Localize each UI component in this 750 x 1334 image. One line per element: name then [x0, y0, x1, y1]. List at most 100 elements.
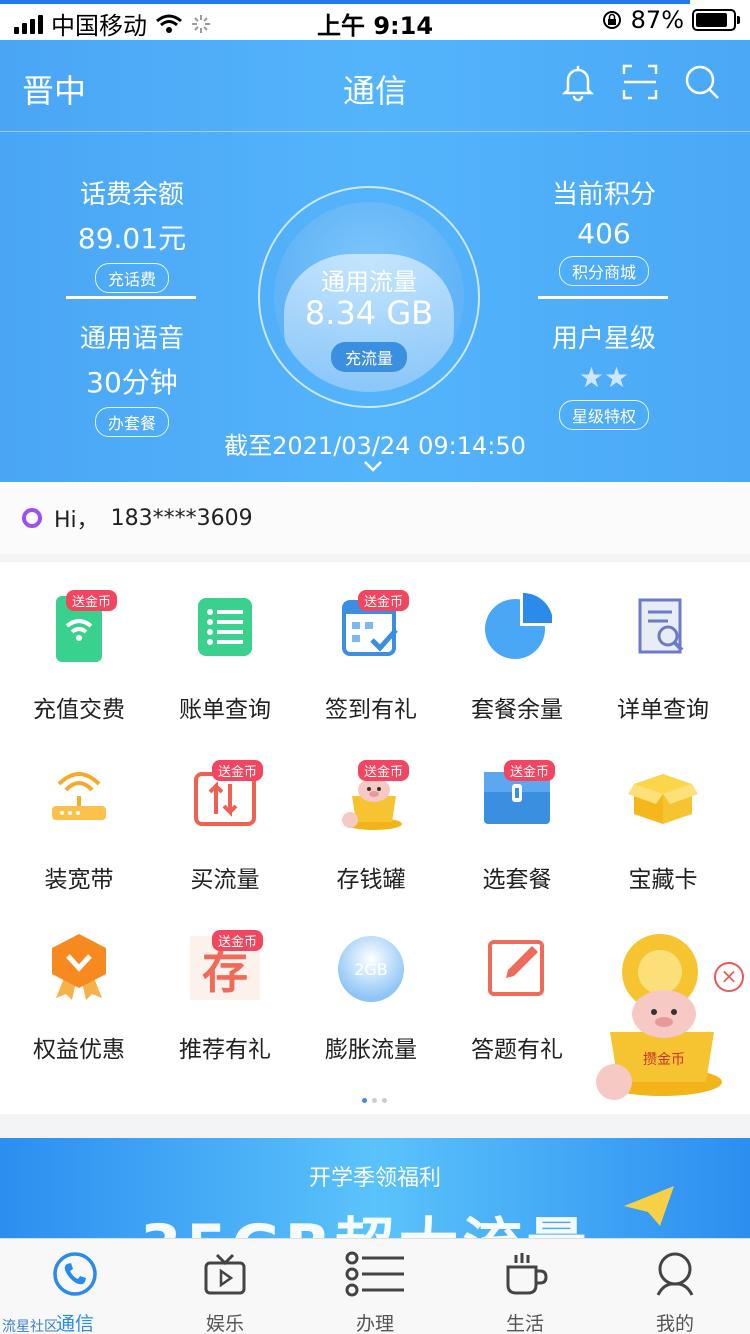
tile-recommend[interactable]: 送金币 存 推荐有礼	[150, 902, 300, 1072]
points-stat: 当前积分 406 积分商城	[524, 174, 684, 286]
battery-icon	[692, 9, 740, 31]
coin-badge: 送金币	[212, 930, 264, 951]
voice-value: 30分钟	[86, 366, 178, 399]
phone-number: 183****3609	[110, 505, 253, 531]
router-icon	[52, 772, 106, 820]
tile-label: 账单查询	[179, 697, 271, 723]
divider-left	[66, 296, 196, 299]
tv-icon	[204, 1253, 246, 1295]
tile-label: 买流量	[190, 867, 260, 893]
coin-badge: 送金币	[66, 590, 118, 611]
tile-label: 推荐有礼	[179, 1037, 271, 1063]
star-rating: ★★	[578, 361, 630, 394]
tile-choose-plan[interactable]: 送金币 选套餐	[442, 732, 592, 902]
tab-label: 生活	[505, 1313, 544, 1334]
tab-handle[interactable]: 办理	[300, 1239, 450, 1334]
tile-label: 膨胀流量	[325, 1037, 417, 1063]
city-selector[interactable]: 晋中	[22, 66, 86, 112]
ring-icon	[22, 508, 42, 528]
updated-time: 截至2021/03/24 09:14:50	[224, 432, 526, 460]
close-icon[interactable]: ×	[714, 962, 744, 992]
tile-checkin[interactable]: 送金币 签到有礼	[296, 562, 446, 732]
rotation-lock-icon	[602, 11, 621, 29]
tile-remaining[interactable]: 套餐余量	[442, 562, 592, 732]
page-dot	[372, 1098, 377, 1103]
data-usage-circle[interactable]: 通用流量 8.34 GB 充流量	[258, 186, 480, 408]
tile-label: 答题有礼	[471, 1037, 563, 1063]
bubble-label: 2GB	[354, 960, 388, 979]
tile-quiz[interactable]: 答题有礼	[442, 902, 592, 1072]
greeting-bar: Hi， 183****3609	[0, 482, 750, 554]
tile-label: 套餐余量	[471, 697, 563, 723]
tile-label: 充值交费	[33, 697, 125, 723]
tile-label: 存钱罐	[336, 867, 406, 893]
banner-headline: 35GB超大流量	[140, 1198, 590, 1238]
greeting-hi: Hi，	[54, 508, 99, 533]
tile-label: 权益优惠	[33, 1037, 125, 1063]
tab-life[interactable]: 生活	[450, 1239, 600, 1334]
recharge-button[interactable]: 充话费	[94, 263, 169, 293]
tab-mine[interactable]: 我的	[600, 1239, 750, 1334]
coffee-cup-icon	[506, 1253, 548, 1295]
star-level-label: 用户星级	[551, 324, 656, 354]
promo-banner[interactable]: 开学季领福利 35GB超大流量	[0, 1138, 750, 1238]
tab-label: 娱乐	[205, 1313, 244, 1334]
tile-recharge[interactable]: 送金币 充值交费	[4, 562, 154, 732]
tile-broadband[interactable]: 装宽带	[4, 732, 154, 902]
points-label: 当前积分	[551, 180, 656, 210]
tile-bill[interactable]: 账单查询	[150, 562, 300, 732]
edit-note-icon	[488, 940, 544, 996]
tile-piggy-bank[interactable]: 送金币 存钱罐	[296, 732, 446, 902]
tile-details[interactable]: 详单查询	[588, 562, 738, 732]
watermark: 流星社区	[2, 1319, 58, 1334]
floating-piggy-ad[interactable]: 攒金币	[592, 932, 724, 1108]
tab-label: 办理	[355, 1313, 394, 1334]
list-icon	[345, 1251, 404, 1297]
data-usage-value: 8.34 GB	[304, 294, 434, 332]
pie-chart-icon	[485, 593, 552, 659]
voice-stat: 通用语音 30分钟 办套餐	[52, 318, 212, 437]
balance-value: 89.01元	[77, 222, 187, 255]
bottom-tab-bar: 通信 娱乐 办理 生活 我的	[0, 1238, 750, 1334]
medal-icon	[52, 934, 106, 1000]
page-dot	[382, 1098, 387, 1103]
status-right: 87%	[601, 6, 740, 34]
page-indicator	[362, 1098, 387, 1103]
account-overview: 晋中 通信 话费余额 89.01元 充话费 通用语音 30分钟 办套餐 当前积分…	[0, 40, 750, 482]
tile-label: 签到有礼	[325, 697, 417, 723]
scan-icon[interactable]	[620, 62, 660, 102]
search-icon[interactable]	[682, 62, 722, 102]
chevron-down-icon[interactable]	[363, 460, 383, 474]
tile-label: 选套餐	[482, 867, 552, 893]
points-value: 406	[577, 217, 631, 250]
paper-plane-icon	[624, 1186, 674, 1226]
phone-icon	[53, 1252, 97, 1296]
tile-buy-data[interactable]: 送金币 买流量	[150, 732, 300, 902]
data-bubble-icon: 2GB	[338, 936, 404, 1002]
battery-percent: 87%	[630, 6, 684, 34]
balance-stat: 话费余额 89.01元 充话费	[52, 174, 212, 293]
buy-data-button[interactable]: 充流量	[330, 342, 407, 372]
status-bar: 中国移动 上午 9:14 87%	[0, 0, 750, 40]
coin-badge: 送金币	[358, 590, 410, 611]
tile-expand-data[interactable]: 2GB 膨胀流量	[296, 902, 446, 1072]
data-usage-label: 通用流量	[321, 268, 417, 296]
bell-icon[interactable]	[558, 62, 598, 102]
coin-badge: 送金币	[358, 760, 410, 781]
float-ad-text: 攒金币	[643, 1052, 685, 1068]
coin-badge: 送金币	[212, 760, 264, 781]
tile-label: 装宽带	[44, 867, 114, 893]
balance-label: 话费余额	[79, 180, 184, 210]
coin-badge: 送金币	[504, 760, 556, 781]
points-mall-button[interactable]: 积分商城	[558, 256, 649, 286]
treasure-box-icon	[628, 774, 698, 824]
divider-right	[538, 296, 668, 299]
tab-entertainment[interactable]: 娱乐	[150, 1239, 300, 1334]
bill-list-icon	[198, 598, 252, 656]
tab-label: 我的	[655, 1313, 694, 1334]
document-search-icon	[638, 598, 684, 654]
tile-label: 宝藏卡	[628, 867, 698, 893]
top-nav: 晋中 通信	[0, 40, 750, 132]
tile-treasure-card[interactable]: 宝藏卡	[588, 732, 738, 902]
tile-benefits[interactable]: 权益优惠	[4, 902, 154, 1072]
